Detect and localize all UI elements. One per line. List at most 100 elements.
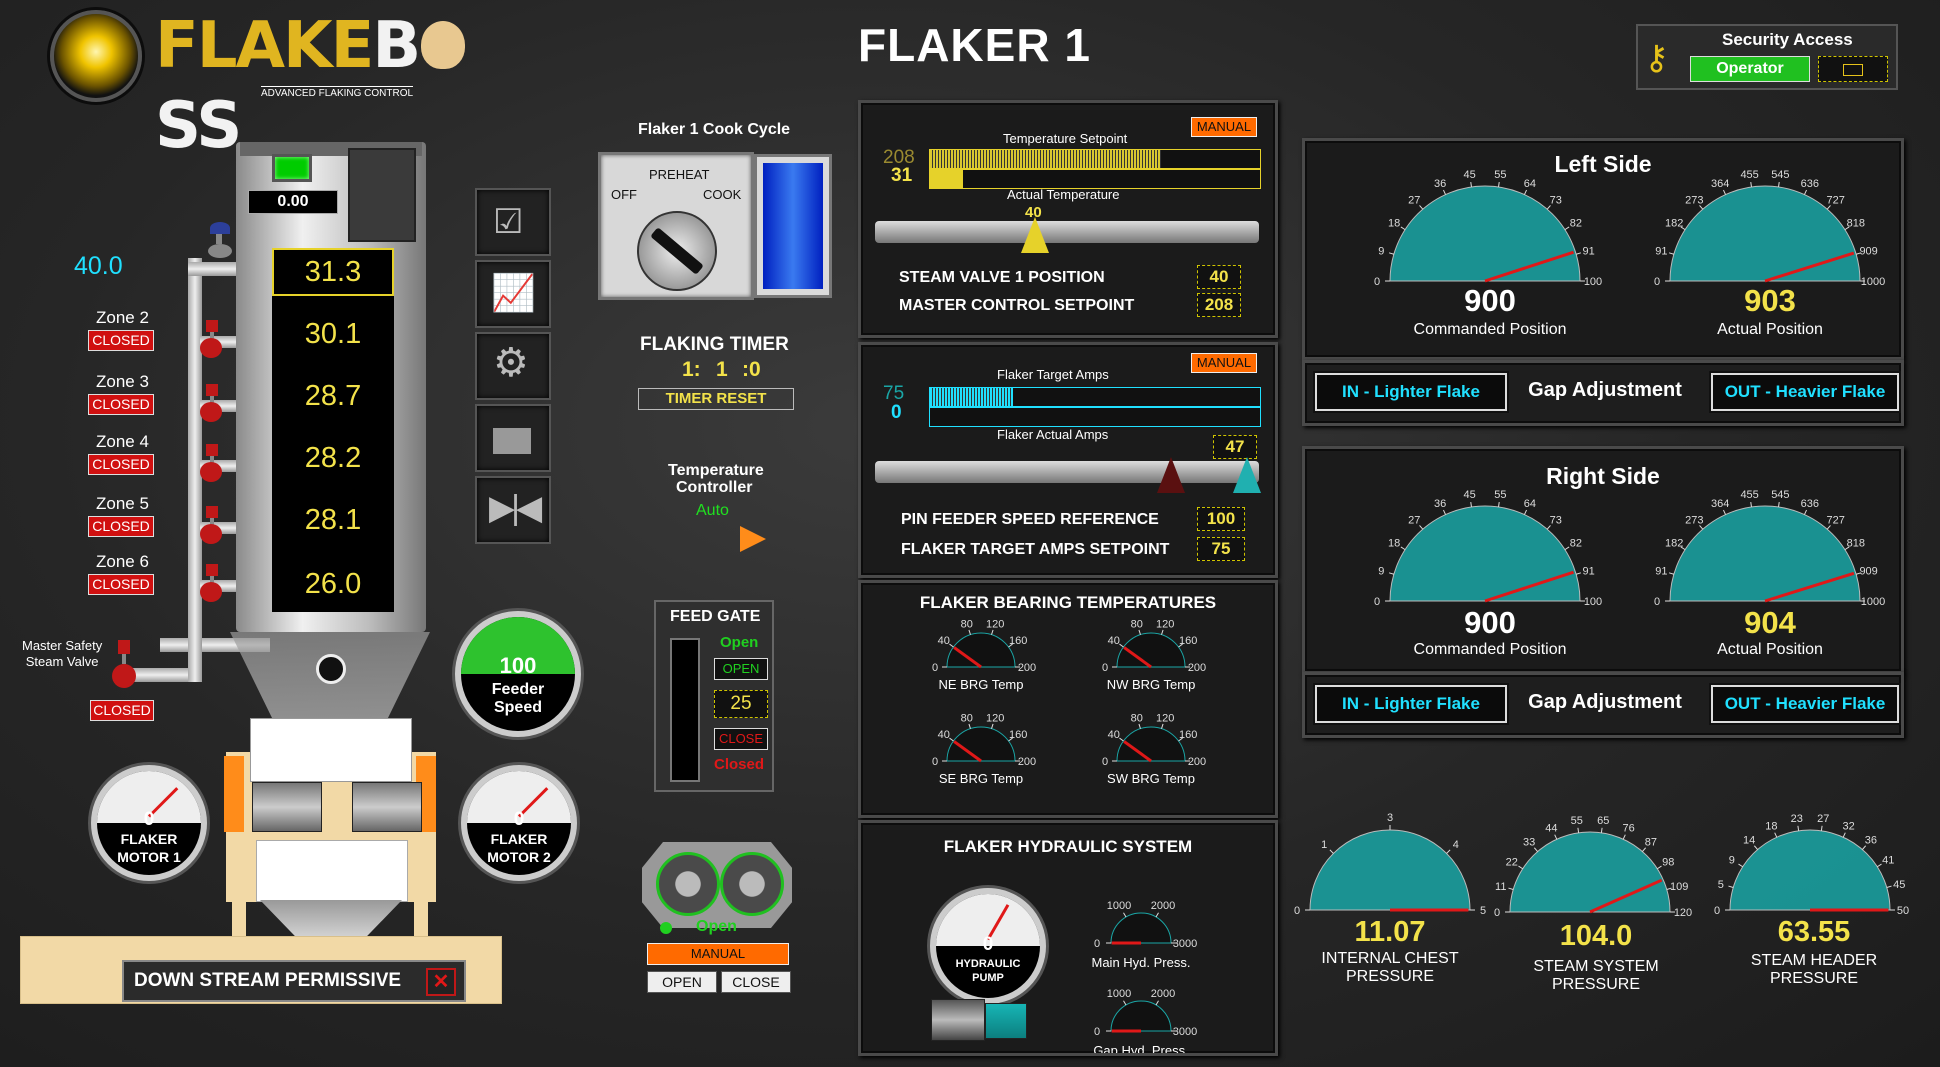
checklist-nav-button[interactable]: ☑ — [475, 188, 551, 256]
roll-gate-manual-button[interactable]: MANUAL — [647, 943, 789, 965]
downstream-label: DOWN STREAM PERMISSIVE — [134, 970, 402, 991]
flaker-base — [256, 840, 408, 902]
gauge-tick-label: 120 — [986, 712, 1004, 724]
gauge-tick-label: 18 — [1388, 538, 1400, 550]
temp-controller-title-1: Temperature — [668, 462, 764, 479]
gauge-tick-label: 14 — [1743, 835, 1755, 847]
feed-gate-close-button[interactable]: CLOSE — [714, 728, 768, 750]
downstream-x-icon: ✕ — [426, 968, 456, 996]
master-setpoint-value[interactable]: 208 — [1197, 293, 1241, 317]
gauge-tick-label: 160 — [1179, 729, 1197, 741]
tower-green-indicator — [272, 154, 312, 182]
amps-actual-label: Flaker Actual Amps — [997, 427, 1109, 442]
hydraulic-gauges: 0 1000 2000 3000 Main Hyd. Press. 0 1000 2000 30… — [1092, 900, 1198, 1053]
hydraulic-gauge-label: Main Hyd. Press. — [1092, 955, 1191, 970]
gauge-tick — [1774, 832, 1778, 838]
left-in-lighter-button[interactable]: IN - Lighter Flake — [1313, 371, 1509, 413]
gauge-tick — [1155, 1000, 1159, 1006]
security-user[interactable]: Operator — [1690, 56, 1810, 82]
timer-reset-button[interactable]: TIMER RESET — [638, 388, 794, 410]
zone-valve[interactable] — [200, 320, 224, 360]
zone-valve-status[interactable]: CLOSED — [88, 516, 154, 537]
selector-knob[interactable] — [637, 211, 717, 291]
zone-temp-4: 28.2 — [304, 442, 362, 474]
checklist-icon: ☑ — [493, 203, 524, 241]
amps-slider-track[interactable] — [875, 461, 1259, 483]
master-valve-label: Master Safety Steam Valve — [22, 638, 102, 670]
settings-nav-button[interactable]: ⚙ — [475, 332, 551, 400]
target-amps-setpoint-value[interactable]: 75 — [1197, 537, 1245, 561]
gauge-tick-label: 80 — [961, 618, 973, 630]
gauge-tick-label: 0 — [1102, 756, 1108, 768]
timer-minutes: 1 — [716, 358, 728, 381]
gauge-tick-label: 3000 — [1173, 938, 1197, 950]
right-in-lighter-button[interactable]: IN - Lighter Flake — [1313, 683, 1509, 725]
equipment-nav-button[interactable] — [475, 404, 551, 472]
zone-valve-status[interactable]: CLOSED — [88, 330, 154, 351]
left-side-panel: Left Side 0 9 18 27 36 45 55 64 73 82 91 100 0 91 182 2… — [1302, 138, 1904, 360]
feed-gate-value[interactable]: 25 — [714, 690, 768, 718]
zone-label: Zone 3 — [96, 372, 149, 391]
hydraulic-gauge: 0 1000 2000 3000 — [1094, 900, 1197, 950]
key-icon: ⚷ — [1644, 39, 1669, 77]
zone-valve[interactable] — [200, 564, 224, 604]
motor-1-label-2: MOTOR 1 — [117, 849, 181, 865]
zone-valve-status[interactable]: CLOSED — [88, 574, 154, 595]
master-valve-status[interactable]: CLOSED — [90, 700, 154, 721]
gauge-tick — [1577, 827, 1580, 833]
gauge-face — [1309, 829, 1471, 911]
feed-gate-closed-status: Closed — [714, 756, 765, 773]
off-label: OFF — [611, 187, 637, 202]
zone-valve[interactable] — [200, 384, 224, 424]
amps-actual-marker — [1233, 457, 1261, 493]
gauge-tick — [1797, 825, 1800, 831]
amps-actual-value: 0 — [891, 402, 902, 423]
login-button[interactable] — [1818, 56, 1888, 82]
temp-controller-arrow-button[interactable] — [740, 526, 766, 552]
gauge-tick-label: 0 — [932, 662, 938, 674]
zone-label: Zone 4 — [96, 432, 149, 451]
gauge-tick-label: 727 — [1827, 194, 1845, 206]
feed-gate-open-button[interactable]: OPEN — [714, 658, 768, 680]
gauge-tick — [1778, 181, 1780, 188]
zone-valve-status[interactable]: CLOSED — [88, 394, 154, 415]
temp-slider-track[interactable] — [875, 221, 1259, 243]
steam-header-label-2: PRESSURE — [1769, 970, 1859, 987]
cook-cycle-switch[interactable]: PREHEAT OFF COOK — [598, 152, 754, 300]
logo-ss: SS — [155, 89, 242, 163]
amps-manual-button[interactable]: MANUAL — [1191, 353, 1257, 373]
gauge-tick — [1119, 643, 1124, 648]
top-steam-valve[interactable] — [206, 222, 234, 258]
cook-cycle-title: Flaker 1 Cook Cycle — [638, 121, 791, 138]
zone-valve[interactable] — [200, 506, 224, 546]
gauge-tick-label: 27 — [1408, 514, 1420, 526]
gauge-tick — [1388, 572, 1394, 575]
roll-gap-nav-button[interactable]: ▶|◀ — [475, 476, 551, 544]
flaker-motor-left — [252, 782, 322, 832]
roll-gate-open-button[interactable]: OPEN — [647, 971, 717, 993]
security-panel: ⚷ Security Access Operator — [1636, 24, 1898, 90]
left-out-heavier-button[interactable]: OUT - Heavier Flake — [1709, 371, 1901, 413]
gauge-tick — [1657, 865, 1662, 870]
gauge-tick-label: 364 — [1711, 498, 1729, 510]
gauge-tick — [1738, 863, 1743, 868]
steam-system-label-2: PRESSURE — [1551, 976, 1641, 993]
trends-nav-button[interactable]: 📈 — [475, 260, 551, 328]
zone-valve[interactable] — [200, 444, 224, 484]
temp-manual-button[interactable]: MANUAL — [1191, 117, 1257, 137]
temp-slider-thumb[interactable] — [1021, 217, 1049, 253]
gauge-tick — [1123, 912, 1127, 918]
right-out-heavier-button[interactable]: OUT - Heavier Flake — [1709, 683, 1901, 725]
gauge-tick-label: 200 — [1018, 662, 1036, 674]
downstream-permissive: DOWN STREAM PERMISSIVE ✕ — [122, 960, 466, 1002]
roll-gate-close-button[interactable]: CLOSE — [721, 971, 791, 993]
amps-panel: MANUAL Flaker Target Amps 75 0 Flaker Ac… — [858, 342, 1278, 578]
pin-feeder-value[interactable]: 100 — [1197, 507, 1245, 531]
zone-temp-3: 28.7 — [304, 380, 362, 412]
master-safety-valve[interactable] — [112, 640, 138, 692]
gauge-tick-label: 2000 — [1151, 900, 1175, 912]
left-setpoint-value: 40.0 — [74, 252, 123, 280]
zone-valve-status[interactable]: CLOSED — [88, 454, 154, 475]
motor-1-value: 0 — [143, 809, 155, 830]
steam-system-value: 104.0 — [1559, 920, 1633, 952]
